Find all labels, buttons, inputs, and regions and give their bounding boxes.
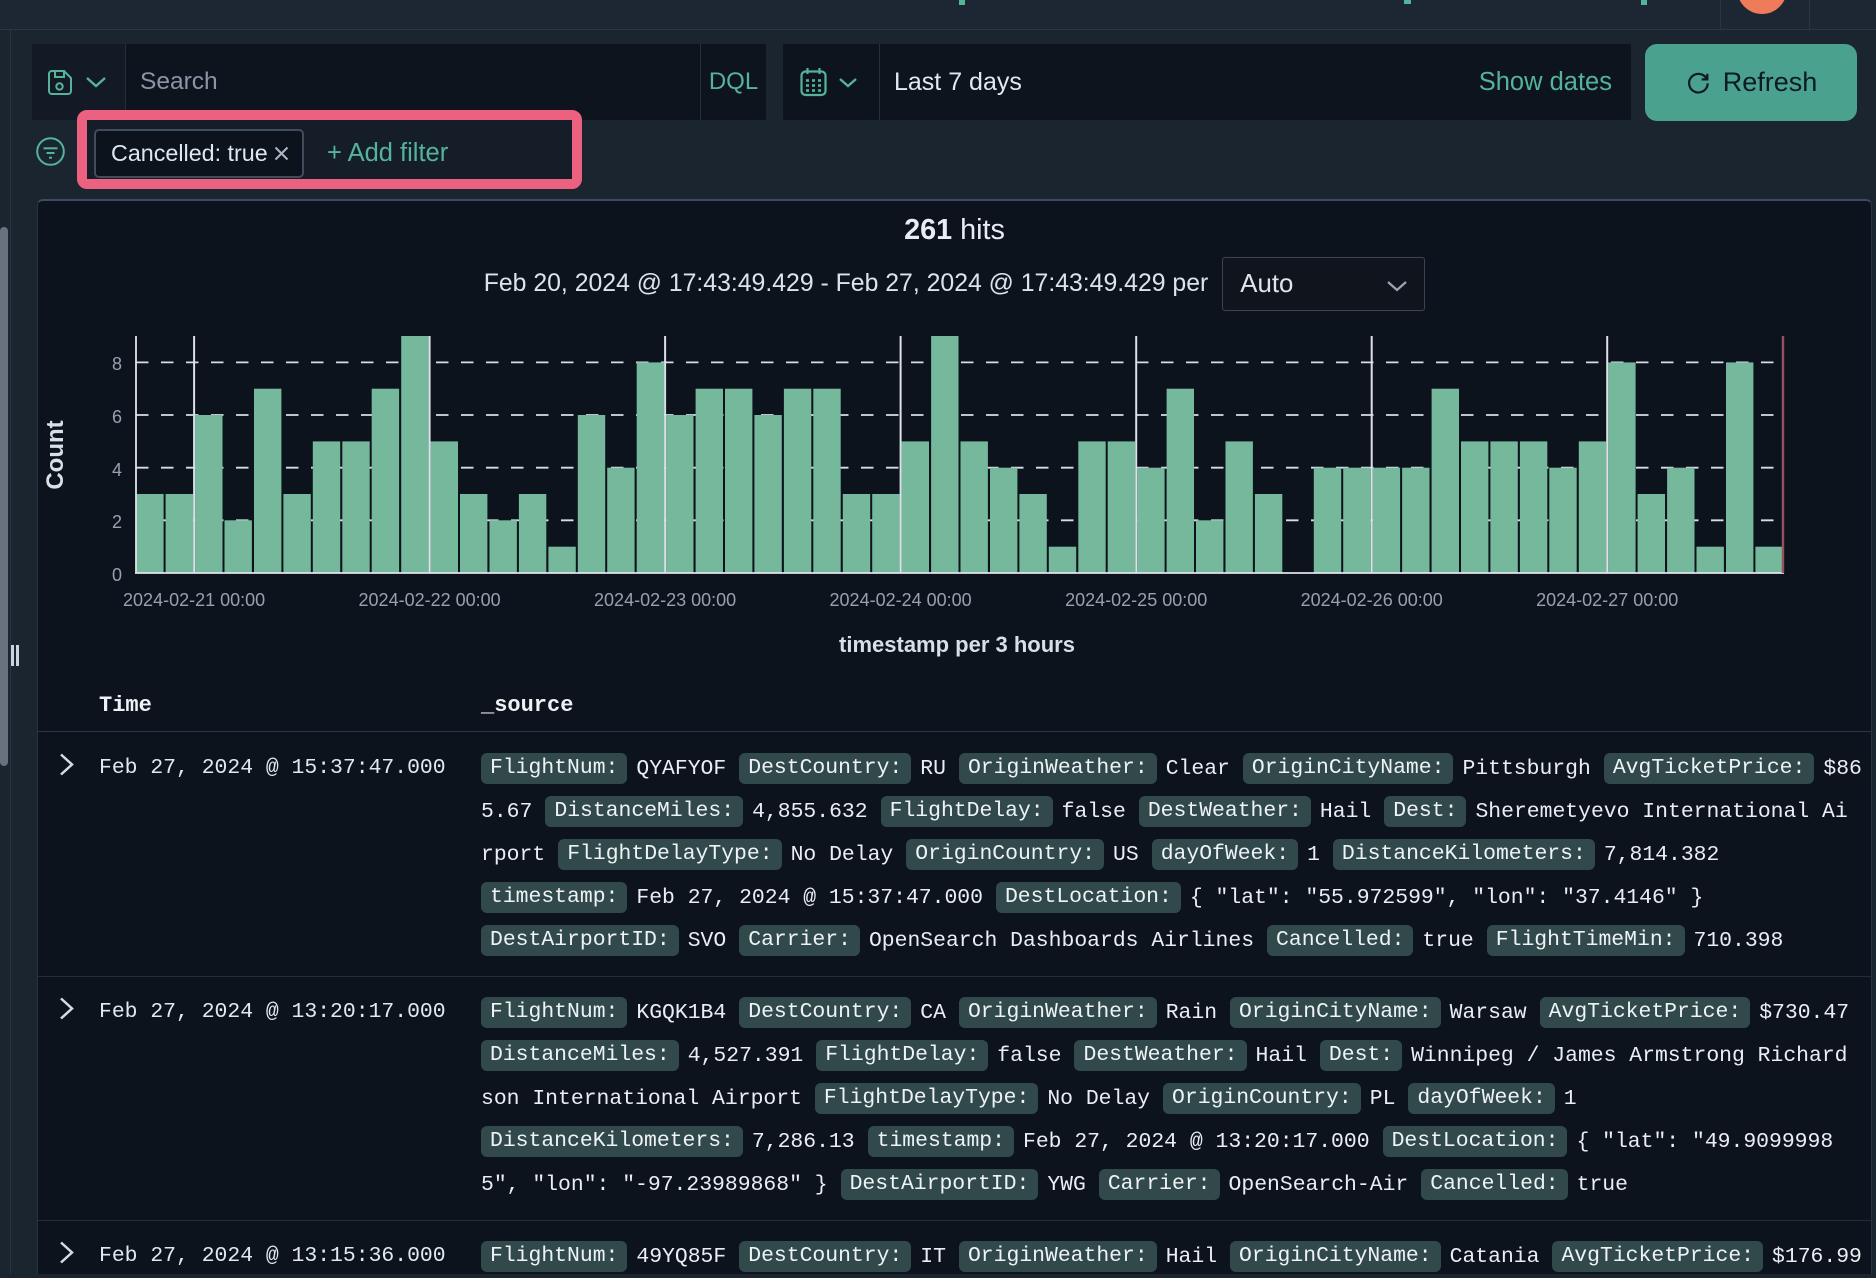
svg-text:4: 4 xyxy=(112,460,122,480)
svg-text:2024-02-21 00:00: 2024-02-21 00:00 xyxy=(123,590,265,610)
svg-text:2024-02-22 00:00: 2024-02-22 00:00 xyxy=(359,590,501,610)
svg-text:Count: Count xyxy=(42,420,69,489)
svg-text:2024-02-26 00:00: 2024-02-26 00:00 xyxy=(1301,590,1443,610)
svg-text:2024-02-23 00:00: 2024-02-23 00:00 xyxy=(594,590,736,610)
svg-text:0: 0 xyxy=(112,565,122,585)
svg-text:8: 8 xyxy=(112,354,122,374)
svg-text:2024-02-24 00:00: 2024-02-24 00:00 xyxy=(830,590,972,610)
svg-text:2: 2 xyxy=(112,512,122,532)
svg-text:6: 6 xyxy=(112,407,122,427)
svg-text:timestamp per 3 hours: timestamp per 3 hours xyxy=(839,632,1075,657)
svg-text:2024-02-27 00:00: 2024-02-27 00:00 xyxy=(1536,590,1678,610)
svg-text:2024-02-25 00:00: 2024-02-25 00:00 xyxy=(1065,590,1207,610)
